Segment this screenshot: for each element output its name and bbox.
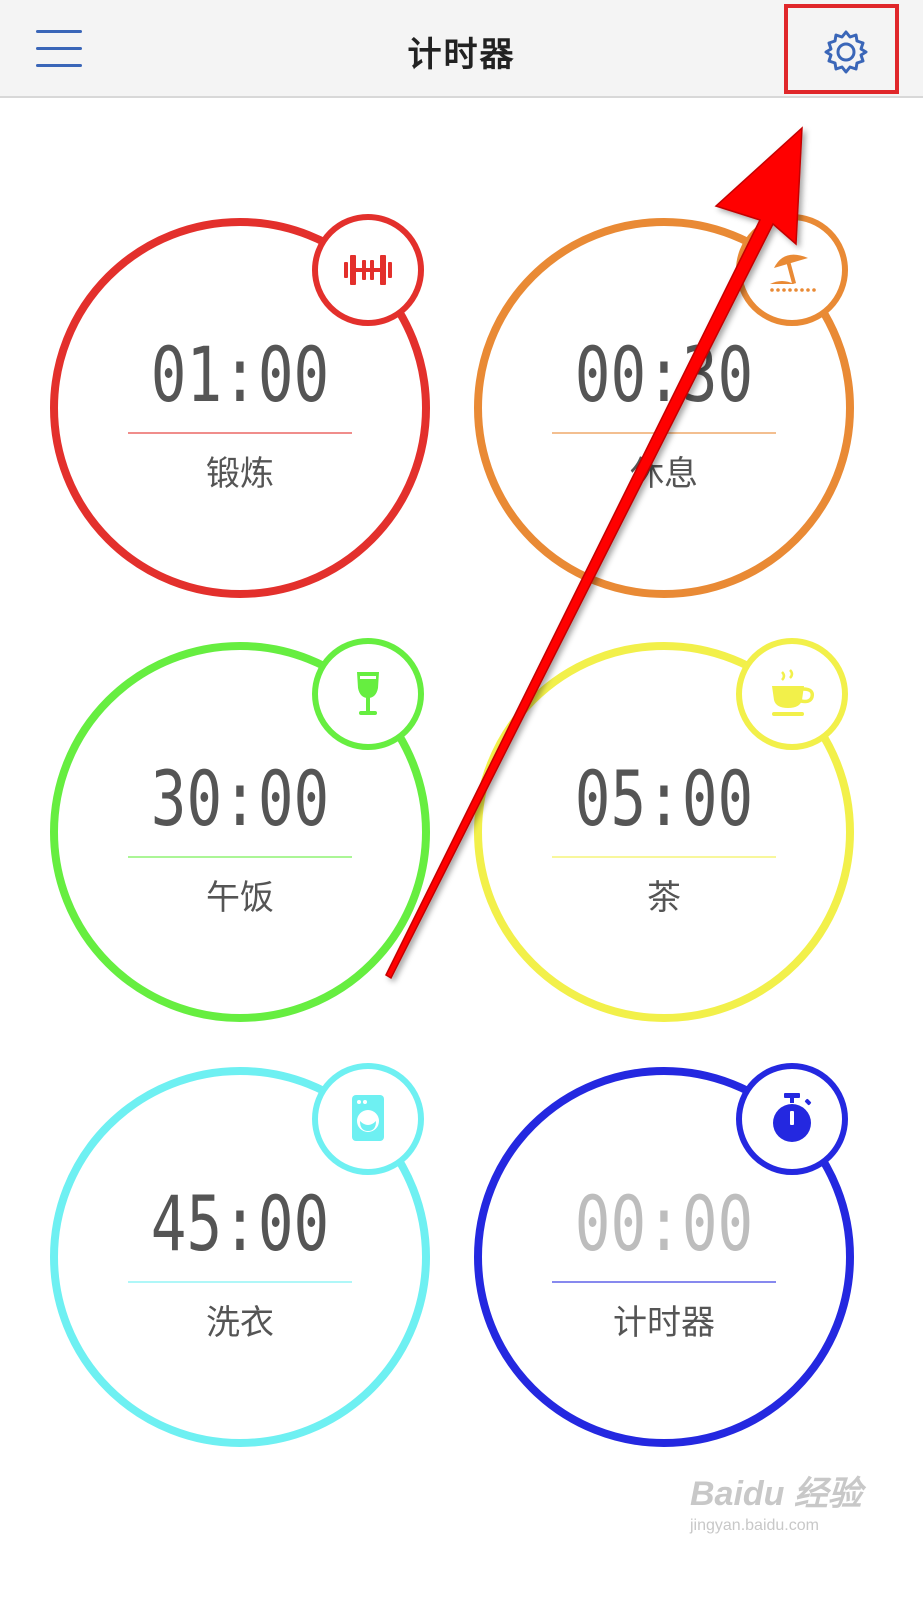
timer-time: 01:00 <box>150 330 330 419</box>
watermark-url: jingyan.baidu.com <box>690 1517 819 1534</box>
timer-time: 45:00 <box>150 1179 330 1268</box>
timer-card-stopwatch[interactable]: 00:00 计时器 <box>474 1063 854 1447</box>
washing-machine-icon <box>352 1095 384 1141</box>
timer-badge[interactable] <box>736 1063 848 1175</box>
coffee-cup-icon <box>772 669 815 716</box>
stopwatch-icon <box>773 1093 812 1142</box>
divider <box>552 1281 776 1283</box>
watermark-logo: Baidu 经验 <box>690 1475 862 1513</box>
timer-time: 30:00 <box>150 754 330 843</box>
divider <box>552 856 776 858</box>
timer-card-lunch[interactable]: 30:00 午饭 <box>50 638 430 1022</box>
timer-card-laundry[interactable]: 45:00 洗衣 <box>50 1063 430 1447</box>
divider <box>128 856 352 858</box>
timer-badge[interactable] <box>312 638 424 750</box>
timer-card-exercise[interactable]: 01:00 锻炼 <box>50 214 430 598</box>
timer-card-rest[interactable]: 00:30 休息 <box>474 214 854 598</box>
settings-button[interactable] <box>784 4 899 94</box>
divider <box>128 432 352 434</box>
timer-label: 洗衣 <box>206 1303 274 1343</box>
timer-time: 00:30 <box>574 330 754 419</box>
timer-badge[interactable] <box>312 214 424 326</box>
timer-badge[interactable] <box>312 1063 424 1175</box>
timer-label: 锻炼 <box>206 454 274 494</box>
timer-time: 05:00 <box>574 754 754 843</box>
wine-glass-icon <box>357 672 379 715</box>
timer-card-tea[interactable]: 05:00 茶 <box>474 638 854 1022</box>
gear-icon <box>824 30 868 74</box>
dumbbell-icon <box>344 255 392 285</box>
timer-label: 计时器 <box>613 1303 715 1343</box>
timer-label: 午饭 <box>206 878 274 918</box>
divider <box>552 432 776 434</box>
divider <box>128 1281 352 1283</box>
timer-badge[interactable] <box>736 214 848 326</box>
watermark: Baidu 经验 jingyan.baidu.com <box>690 1466 910 1535</box>
timer-time: 00:00 <box>574 1179 754 1268</box>
timer-label: 茶 <box>647 878 681 918</box>
timer-label: 休息 <box>630 454 698 494</box>
top-bar: 计时器 <box>0 0 923 98</box>
timer-badge[interactable] <box>736 638 848 750</box>
beach-umbrella-icon <box>770 254 816 292</box>
